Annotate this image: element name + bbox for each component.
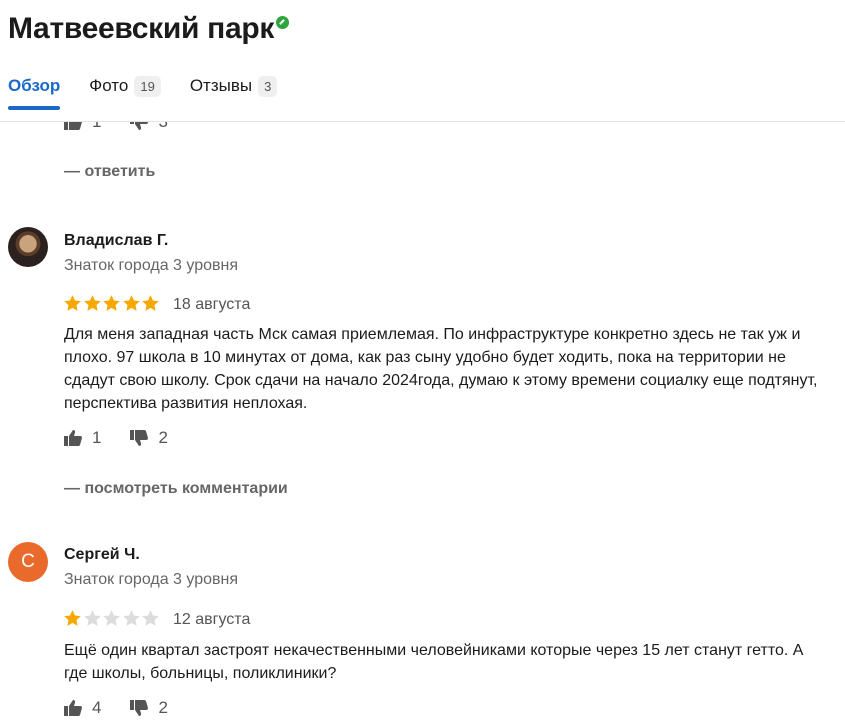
like-button[interactable]: 1 xyxy=(63,428,101,448)
tab-photos[interactable]: Фото 19 xyxy=(89,72,161,100)
star-icon xyxy=(63,294,83,318)
review-text: Для меня западная часть Мск самая приемл… xyxy=(64,326,818,412)
thumbs-down-icon xyxy=(129,699,149,717)
verified-icon xyxy=(276,16,289,29)
review-author[interactable]: Владислав Г. xyxy=(64,232,168,250)
tab-count-badge: 19 xyxy=(134,75,161,97)
reply-link[interactable]: — ответить xyxy=(64,163,155,181)
dislike-button[interactable]: 2 xyxy=(129,428,168,448)
dislike-count: 2 xyxy=(158,428,168,447)
tab-reviews[interactable]: Отзывы 3 xyxy=(190,72,278,100)
star-icon xyxy=(102,294,122,318)
author-level: Знаток города 3 уровня xyxy=(64,257,239,274)
dislike-count: 2 xyxy=(158,698,168,717)
rating-stars xyxy=(63,294,161,318)
like-count: 4 xyxy=(92,698,102,717)
view-comments-link[interactable]: — посмотреть комментарии xyxy=(64,480,288,498)
star-icon xyxy=(63,609,83,633)
thumbs-down-icon xyxy=(129,429,149,447)
tab-label: Фото xyxy=(89,76,129,95)
rating-stars xyxy=(63,609,161,633)
tab-bar: Обзор Фото 19 Отзывы 3 xyxy=(8,72,306,110)
author-level: Знаток города 3 уровня xyxy=(64,571,239,588)
dislike-button[interactable]: 2 xyxy=(129,698,168,718)
place-header: Матвеевский парк Обзор Фото 19 Отзывы 3 xyxy=(0,0,845,122)
tab-count-badge: 3 xyxy=(258,75,278,97)
tab-label: Обзор xyxy=(8,76,61,95)
like-count: 1 xyxy=(92,428,102,447)
review-date: 18 августа xyxy=(173,296,251,313)
review-votes: 4 2 xyxy=(63,698,196,718)
review-author[interactable]: Сергей Ч. xyxy=(64,546,140,564)
avatar[interactable]: С xyxy=(8,542,48,582)
star-icon xyxy=(83,609,103,633)
tab-overview[interactable]: Обзор xyxy=(8,72,61,110)
star-icon xyxy=(141,294,161,318)
star-icon xyxy=(102,609,122,633)
star-icon xyxy=(83,294,103,318)
star-icon xyxy=(122,609,142,633)
thumbs-up-icon xyxy=(63,699,83,717)
review-text: Ещё один квартал застроят некачественным… xyxy=(64,642,804,682)
review-votes: 1 2 xyxy=(63,428,196,448)
thumbs-up-icon xyxy=(63,429,83,447)
star-icon xyxy=(141,609,161,633)
star-icon xyxy=(122,294,142,318)
tab-label: Отзывы xyxy=(189,76,253,95)
page-title: Матвеевский парк xyxy=(8,12,275,45)
avatar[interactable] xyxy=(8,227,48,267)
like-button[interactable]: 4 xyxy=(63,698,101,718)
review-date: 12 августа xyxy=(173,611,251,628)
